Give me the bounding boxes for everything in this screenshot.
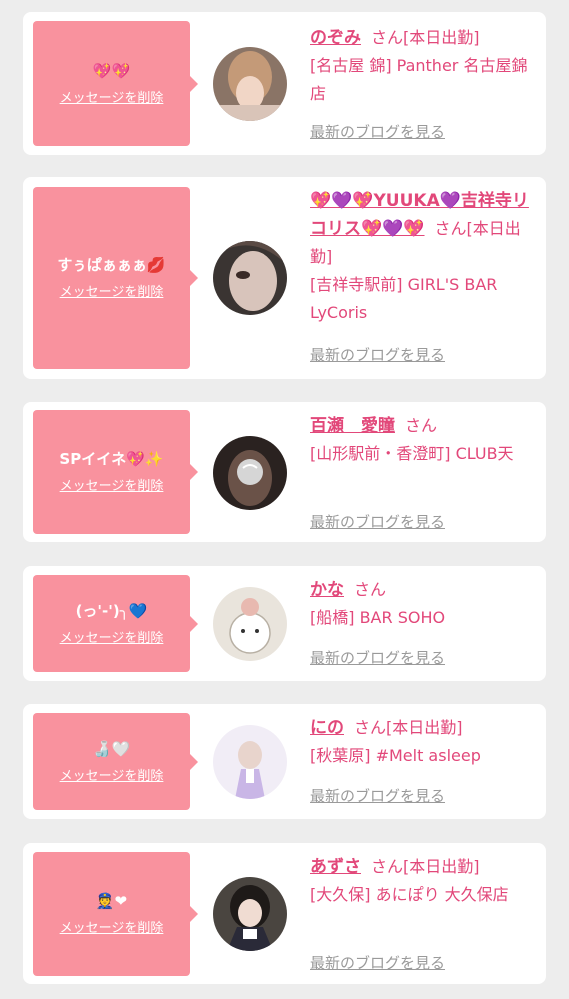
- honorific: さん: [405, 416, 438, 435]
- avatar[interactable]: [213, 436, 287, 510]
- status-label: [本日出勤]: [403, 857, 480, 876]
- cast-info: 百瀬 愛瞳 さん [山形駅前・香澄町] CLUB天: [310, 412, 540, 468]
- cast-info: のぞみ さん[本日出勤] [名古屋 錦] Panther 名古屋錦店: [310, 24, 540, 108]
- message-bubble: すぅぱぁぁぁ💋 メッセージを削除: [33, 187, 198, 369]
- message-card: 💖💖 メッセージを削除 のぞみ さん[本日出勤] [名古屋 錦] Panther …: [23, 12, 546, 155]
- honorific: さん: [354, 718, 387, 737]
- latest-blog-link[interactable]: 最新のブログを見る: [310, 345, 445, 365]
- delete-message-link[interactable]: メッセージを削除: [60, 285, 164, 301]
- message-text: 💖💖: [92, 61, 131, 80]
- message-text: SPイイネ💖✨: [59, 450, 164, 468]
- delete-message-link[interactable]: メッセージを削除: [60, 631, 164, 647]
- shop-label: [名古屋 錦] Panther 名古屋錦店: [310, 56, 528, 103]
- honorific: さん: [354, 580, 387, 599]
- avatar[interactable]: [213, 877, 287, 951]
- message-text: 👮❤: [95, 892, 128, 910]
- message-card: (っ'-')╮💙 メッセージを削除 かな さん [船橋] BAR SOHO 最新の…: [23, 566, 546, 681]
- cast-name-link[interactable]: にの: [310, 718, 344, 738]
- cast-info: 💖💜💖YUUKA💜吉祥寺リコリス💖💜💖 さん[本日出勤] [吉祥寺駅前] GIRL…: [310, 187, 540, 327]
- cast-name-link[interactable]: 百瀬 愛瞳: [310, 416, 395, 436]
- shop-label: [船橋] BAR SOHO: [310, 608, 446, 627]
- message-text: すぅぱぁぁぁ💋: [57, 256, 166, 274]
- delete-message-link[interactable]: メッセージを削除: [60, 769, 164, 785]
- avatar[interactable]: [213, 241, 287, 315]
- shop-label: [秋葉原] #Melt asleep: [310, 746, 481, 765]
- message-bubble: SPイイネ💖✨ メッセージを削除: [33, 410, 198, 534]
- latest-blog-link[interactable]: 最新のブログを見る: [310, 512, 445, 532]
- shop-label: [吉祥寺駅前] GIRL'S BAR LyCoris: [310, 275, 498, 322]
- message-card: SPイイネ💖✨ メッセージを削除 百瀬 愛瞳 さん [山形駅前・香澄町] CLUB…: [23, 402, 546, 542]
- message-bubble: (っ'-')╮💙 メッセージを削除: [33, 575, 198, 672]
- message-card: すぅぱぁぁぁ💋 メッセージを削除 💖💜💖YUUKA💜吉祥寺リコリス💖💜💖 さん[本…: [23, 177, 546, 379]
- cast-name-link[interactable]: かな: [310, 580, 344, 600]
- cast-info: かな さん [船橋] BAR SOHO: [310, 576, 540, 632]
- shop-label: [大久保] あにぽり 大久保店: [310, 885, 509, 904]
- message-card: 👮❤ メッセージを削除 あずさ さん[本日出勤] [大久保] あにぽり 大久保店 …: [23, 843, 546, 984]
- status-label: [本日出勤]: [386, 718, 463, 737]
- cast-name-link[interactable]: のぞみ: [310, 28, 361, 48]
- honorific: さん: [371, 28, 404, 47]
- latest-blog-link[interactable]: 最新のブログを見る: [310, 648, 445, 668]
- cast-info: あずさ さん[本日出勤] [大久保] あにぽり 大久保店: [310, 853, 540, 909]
- message-card: 🍶🤍 メッセージを削除 にの さん[本日出勤] [秋葉原] #Melt aslee…: [23, 704, 546, 819]
- delete-message-link[interactable]: メッセージを削除: [60, 91, 164, 107]
- cast-info: にの さん[本日出勤] [秋葉原] #Melt asleep: [310, 714, 540, 770]
- message-text: 🍶🤍: [92, 739, 131, 758]
- delete-message-link[interactable]: メッセージを削除: [60, 479, 164, 495]
- message-bubble: 🍶🤍 メッセージを削除: [33, 713, 198, 810]
- honorific: さん: [434, 219, 467, 238]
- latest-blog-link[interactable]: 最新のブログを見る: [310, 953, 445, 973]
- honorific: さん: [371, 857, 404, 876]
- shop-label: [山形駅前・香澄町] CLUB天: [310, 444, 514, 463]
- avatar[interactable]: [213, 47, 287, 121]
- latest-blog-link[interactable]: 最新のブログを見る: [310, 786, 445, 806]
- cast-name-link[interactable]: あずさ: [310, 857, 361, 877]
- avatar[interactable]: [213, 725, 287, 799]
- delete-message-link[interactable]: メッセージを削除: [60, 921, 164, 937]
- avatar[interactable]: [213, 587, 287, 661]
- status-label: [本日出勤]: [403, 28, 480, 47]
- message-bubble: 👮❤ メッセージを削除: [33, 852, 198, 976]
- latest-blog-link[interactable]: 最新のブログを見る: [310, 122, 445, 142]
- message-text: (っ'-')╮💙: [75, 601, 148, 620]
- message-bubble: 💖💖 メッセージを削除: [33, 21, 198, 146]
